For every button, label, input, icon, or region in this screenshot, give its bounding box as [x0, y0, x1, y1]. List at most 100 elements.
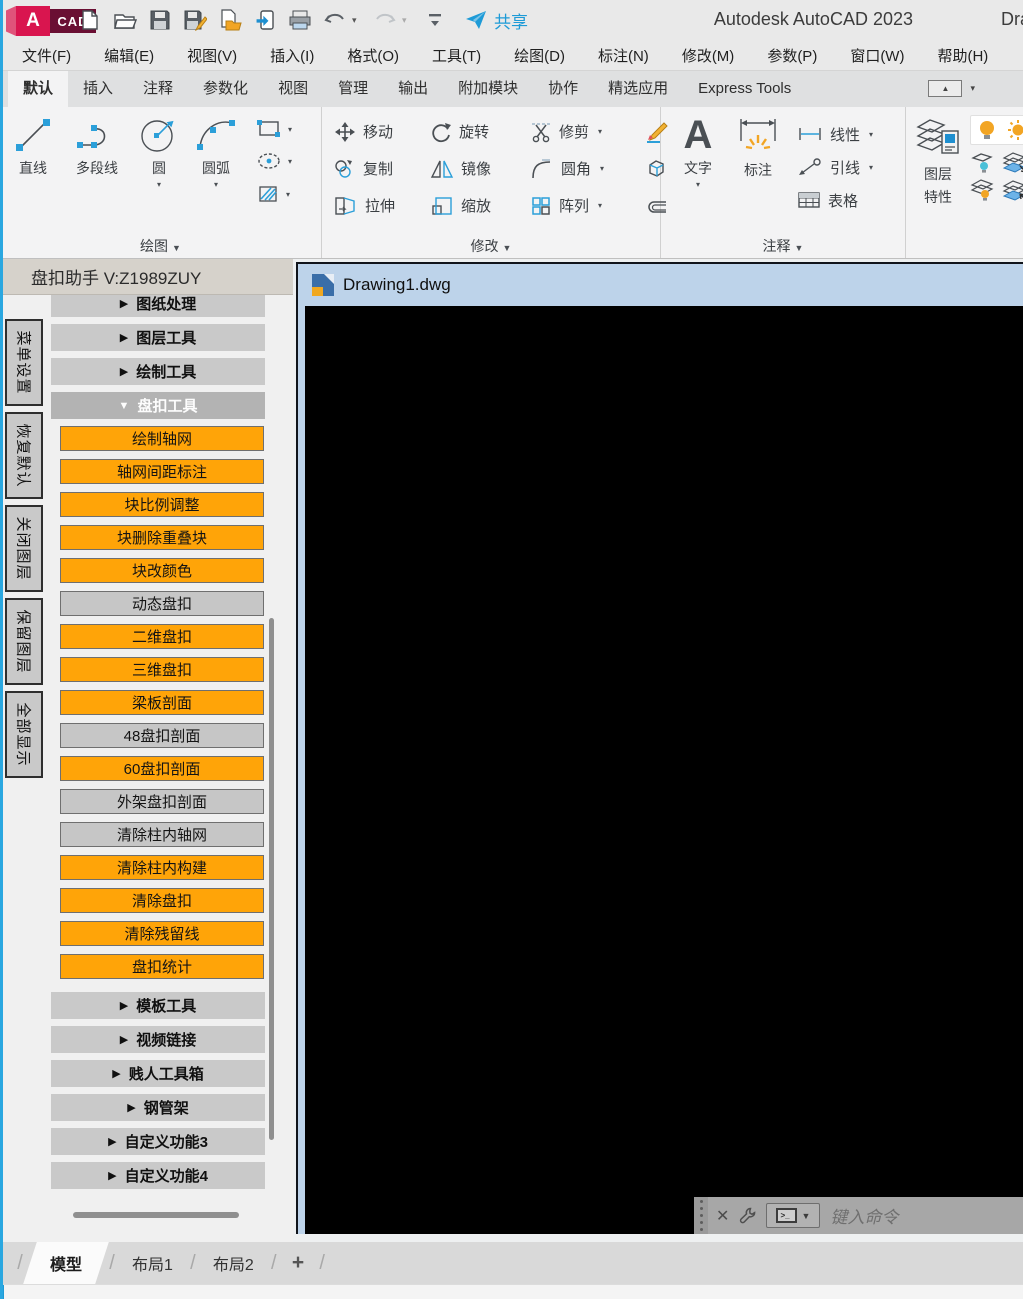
- sidebar-horizontal-scrollbar[interactable]: [73, 1212, 239, 1218]
- fillet-button[interactable]: 圆角: [530, 158, 644, 180]
- linear-dim-button[interactable]: 线性: [797, 121, 873, 147]
- new-file-button[interactable]: [78, 7, 102, 33]
- ribbon-tab-express[interactable]: Express Tools: [683, 71, 806, 107]
- trim-dropdown[interactable]: [598, 127, 602, 136]
- command-prompt-button[interactable]: >_: [766, 1203, 821, 1228]
- section-template-tools[interactable]: 模板工具: [51, 992, 265, 1019]
- table-button[interactable]: 表格: [797, 187, 873, 213]
- share-button[interactable]: 共享: [464, 8, 528, 33]
- menu-file[interactable]: 文件(F): [22, 45, 71, 66]
- layer-off-button[interactable]: [970, 179, 994, 201]
- panel-annotate-footer[interactable]: 注释: [661, 236, 905, 256]
- plot-button[interactable]: [288, 7, 312, 33]
- rotate-button[interactable]: 旋转: [430, 121, 530, 143]
- qat-customize-button[interactable]: [423, 7, 447, 33]
- ribbon-tab-output[interactable]: 输出: [383, 71, 443, 107]
- tool-button[interactable]: 盘扣统计: [60, 954, 264, 979]
- scale-button[interactable]: 缩放: [430, 195, 530, 217]
- section-custom-3[interactable]: 自定义功能3: [51, 1128, 265, 1155]
- ribbon-collapse-dropdown[interactable]: [970, 83, 975, 94]
- vtab-restore-default[interactable]: 恢复默认: [5, 412, 43, 499]
- dimension-button[interactable]: 标注: [727, 107, 789, 213]
- arc-dropdown[interactable]: [214, 180, 218, 189]
- array-dropdown[interactable]: [598, 201, 602, 210]
- menu-view[interactable]: 视图(V): [187, 45, 237, 66]
- tab-layout1[interactable]: 布局1: [120, 1242, 185, 1284]
- menu-format[interactable]: 格式(O): [347, 45, 399, 66]
- menu-parametric[interactable]: 参数(P): [767, 45, 817, 66]
- hatch-button[interactable]: [256, 183, 292, 205]
- menu-edit[interactable]: 编辑(E): [104, 45, 154, 66]
- section-layer-tools[interactable]: 图层工具: [51, 324, 265, 351]
- ribbon-collapse-control[interactable]: [928, 80, 975, 97]
- text-dropdown[interactable]: [696, 180, 700, 189]
- fillet-dropdown[interactable]: [600, 164, 604, 173]
- ribbon-tab-view[interactable]: 视图: [263, 71, 323, 107]
- section-steel-pipe-frame[interactable]: 钢管架: [51, 1094, 265, 1121]
- ribbon-tab-parametric[interactable]: 参数化: [188, 71, 263, 107]
- layer-on-button[interactable]: [977, 119, 997, 141]
- layer-brightness-button[interactable]: [1007, 119, 1023, 141]
- open-from-web-button[interactable]: [218, 7, 242, 33]
- tool-button[interactable]: 清除盘扣: [60, 888, 264, 913]
- layer-isolate-button[interactable]: [1002, 151, 1023, 173]
- command-input-placeholder[interactable]: 键入命令: [830, 1203, 898, 1228]
- layer-freeze-button[interactable]: [970, 151, 994, 173]
- drawing-canvas[interactable]: >_ 键入命令: [305, 306, 1023, 1234]
- menu-tools[interactable]: 工具(T): [432, 45, 481, 66]
- undo-dropdown[interactable]: [352, 15, 362, 26]
- panel-draw-footer[interactable]: 绘图: [0, 236, 321, 256]
- ribbon-tab-insert[interactable]: 插入: [68, 71, 128, 107]
- tab-layout2[interactable]: 布局2: [201, 1242, 266, 1284]
- ellipse-button[interactable]: [256, 152, 292, 170]
- tool-button[interactable]: 绘制轴网: [60, 426, 264, 451]
- vtab-menu-settings[interactable]: 菜单设置: [5, 319, 43, 406]
- section-video-links[interactable]: 视频链接: [51, 1026, 265, 1053]
- tool-button[interactable]: 外架盘扣剖面: [60, 789, 264, 814]
- menu-dimension[interactable]: 标注(N): [598, 45, 649, 66]
- sidebar-vertical-scrollbar[interactable]: [269, 618, 274, 1140]
- tool-button[interactable]: 块删除重叠块: [60, 525, 264, 550]
- save-as-button[interactable]: [183, 7, 207, 33]
- ribbon-tab-manage[interactable]: 管理: [323, 71, 383, 107]
- rectangle-button[interactable]: [256, 119, 292, 139]
- tool-button[interactable]: 三维盘扣: [60, 657, 264, 682]
- tool-button[interactable]: 60盘扣剖面: [60, 756, 264, 781]
- section-draw-tools[interactable]: 绘制工具: [51, 358, 265, 385]
- redo-button[interactable]: [373, 7, 397, 33]
- ribbon-tab-home[interactable]: 默认: [8, 71, 69, 107]
- vtab-show-all[interactable]: 全部显示: [5, 691, 43, 778]
- move-button[interactable]: 移动: [334, 121, 430, 143]
- tool-button[interactable]: 梁板剖面: [60, 690, 264, 715]
- section-custom-4[interactable]: 自定义功能4: [51, 1162, 265, 1189]
- text-button[interactable]: A 文字: [669, 107, 727, 213]
- menu-draw[interactable]: 绘图(D): [514, 45, 565, 66]
- section-pankou-tools[interactable]: 盘扣工具: [51, 392, 265, 419]
- copy-button[interactable]: 复制: [334, 158, 430, 180]
- rectangle-dropdown[interactable]: [288, 125, 292, 134]
- menu-help[interactable]: 帮助(H): [937, 45, 988, 66]
- ribbon-tab-annotate[interactable]: 注释: [128, 71, 188, 107]
- command-bar-close-icon[interactable]: [716, 1206, 729, 1226]
- menu-insert[interactable]: 插入(I): [270, 45, 314, 66]
- linear-dropdown[interactable]: [869, 130, 873, 139]
- tool-button[interactable]: 48盘扣剖面: [60, 723, 264, 748]
- tool-button[interactable]: 轴网间距标注: [60, 459, 264, 484]
- tool-button[interactable]: 块比例调整: [60, 492, 264, 517]
- mirror-button[interactable]: 镜像: [430, 158, 530, 180]
- layer-properties-button[interactable]: 图层 特性: [914, 107, 962, 207]
- section-jianren-toolbox[interactable]: 贱人工具箱: [51, 1060, 265, 1087]
- command-bar-drag-handle[interactable]: [694, 1197, 708, 1234]
- tool-button[interactable]: 动态盘扣: [60, 591, 264, 616]
- tool-button[interactable]: 块改颜色: [60, 558, 264, 583]
- menu-window[interactable]: 窗口(W): [850, 45, 904, 66]
- ribbon-tab-featured[interactable]: 精选应用: [593, 71, 683, 107]
- circle-button[interactable]: 圆: [132, 107, 186, 205]
- ribbon-collapse-icon[interactable]: [928, 80, 963, 97]
- stretch-button[interactable]: 拉伸: [334, 195, 430, 217]
- vtab-keep-layer[interactable]: 保留图层: [5, 598, 43, 685]
- tool-button[interactable]: 清除柱内构建: [60, 855, 264, 880]
- polyline-button[interactable]: 多段线: [62, 107, 132, 205]
- menu-modify[interactable]: 修改(M): [682, 45, 735, 66]
- undo-button[interactable]: [323, 7, 347, 33]
